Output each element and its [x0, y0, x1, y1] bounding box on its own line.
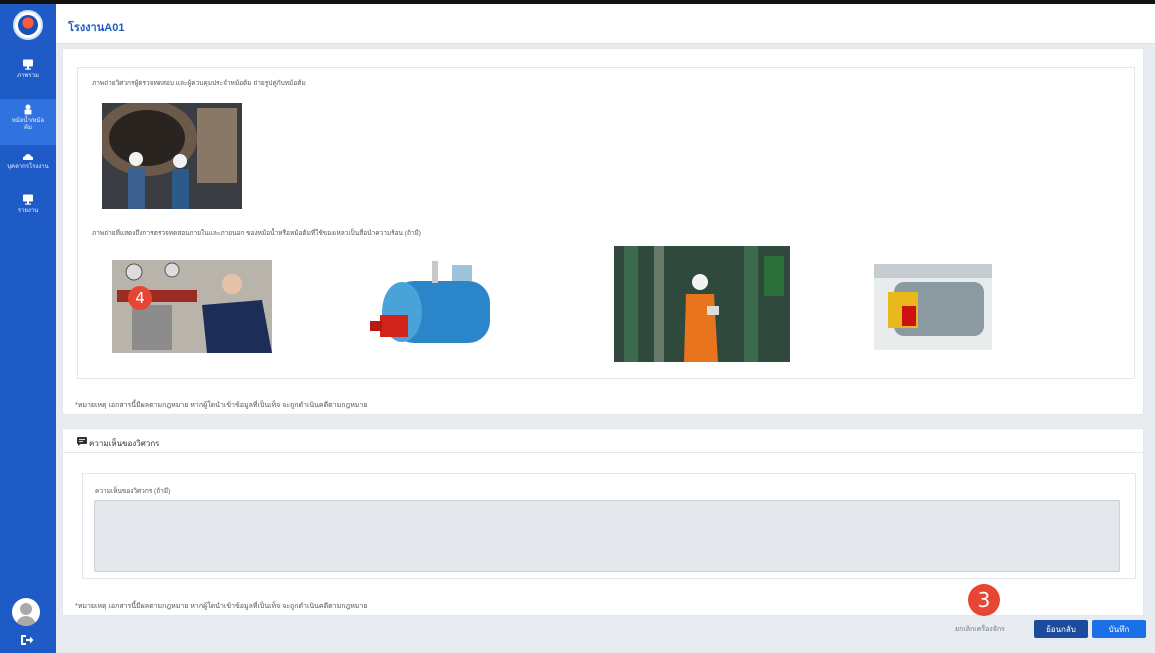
logout-icon[interactable] [20, 634, 34, 646]
avatar-head [20, 603, 32, 615]
monitor-icon [23, 59, 33, 70]
section-engineer-photo-label: ภาพถ่ายวิศวกรผู้ตรวจทดสอบ และผู้ควบคุมปร… [92, 80, 306, 87]
annotation-badge-3: 3 [968, 584, 1000, 616]
logo-emblem [18, 15, 38, 35]
comment-icon [77, 437, 87, 446]
top-border [0, 0, 1155, 4]
inspection-photo-2[interactable] [362, 253, 502, 358]
comment-section-title: ความเห็นของวิศวกร [89, 439, 160, 448]
user-avatar[interactable] [12, 598, 40, 626]
sidebar-item-label: รายงาน [17, 208, 39, 214]
sidebar-item-overview[interactable]: ภาพรวม [0, 59, 56, 93]
comment-field-group: ความเห็นของวิศวกร (ถ้ามี) [82, 473, 1136, 579]
boiler-icon [24, 104, 32, 115]
report-icon [23, 194, 33, 205]
inspection-photo-4[interactable] [874, 264, 992, 350]
sidebar-item-personnel[interactable]: บุคลากรโรงงาน [0, 150, 56, 180]
sidebar-item-report[interactable]: รายงาน [0, 194, 56, 224]
avatar-body [16, 616, 36, 626]
worker-icon [23, 154, 33, 160]
back-button[interactable]: ย้อนกลับ [1034, 620, 1088, 638]
comment-textarea[interactable] [94, 500, 1120, 572]
inspection-photo-3[interactable] [614, 246, 790, 362]
legal-note: *หมายเหตุ เอกสารนี้มีผลตามกฎหมาย หากผู้ใ… [75, 402, 368, 409]
app-logo[interactable] [13, 10, 43, 40]
page-header: โรงงานA01 [56, 4, 1155, 44]
sidebar-item-boiler[interactable]: หม้อน้ำ/หม้อต้ม [0, 99, 56, 145]
sidebar-item-label: บุคลากรโรงงาน [7, 164, 49, 170]
photos-panel: ภาพถ่ายวิศวกรผู้ตรวจทดสอบ และผู้ควบคุมปร… [77, 67, 1135, 379]
annotation-badge-4: 4 [128, 286, 152, 310]
save-button[interactable]: บันทึก [1092, 620, 1146, 638]
photos-card: ภาพถ่ายวิศวกรผู้ตรวจทดสอบ และผู้ควบคุมปร… [62, 48, 1144, 415]
cancel-machine-link[interactable]: ยกเลิกเครื่องจักร [955, 624, 1005, 635]
comment-card-header: ความเห็นของวิศวกร [63, 429, 1143, 453]
sidebar: ภาพรวม หม้อน้ำ/หม้อต้ม บุคลากรโรงงาน ราย… [0, 4, 56, 653]
section-inspection-photo-label: ภาพถ่ายที่แสดงถึงการตรวจทดสอบภายในและภาย… [92, 230, 421, 237]
legal-note-2: *หมายเหตุ เอกสารนี้มีผลตามกฎหมาย หากผู้ใ… [75, 603, 368, 610]
sidebar-item-label: ภาพรวม [17, 73, 39, 79]
page-title: โรงงานA01 [68, 22, 125, 34]
sidebar-item-label: หม้อน้ำ/หม้อต้ม [11, 118, 45, 132]
comment-field-label: ความเห็นของวิศวกร (ถ้ามี) [95, 488, 171, 495]
engineer-photo[interactable] [102, 103, 242, 209]
